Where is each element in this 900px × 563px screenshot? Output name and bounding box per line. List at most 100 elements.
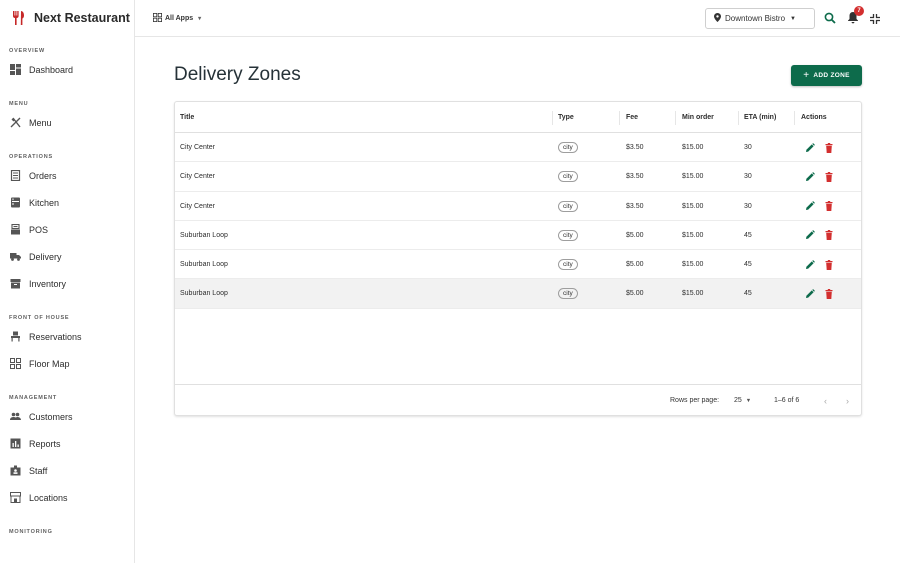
delete-trash-icon[interactable] bbox=[824, 230, 834, 241]
delete-trash-icon[interactable] bbox=[824, 201, 834, 212]
prev-page-icon[interactable]: ‹ bbox=[824, 385, 827, 416]
cell-title: Suburban Loop bbox=[180, 290, 228, 298]
cell-fee: $5.00 bbox=[626, 231, 644, 239]
sidebar-item-inventory[interactable]: Inventory bbox=[0, 270, 134, 297]
location-label: Downtown Bistro bbox=[725, 14, 786, 23]
utensils-icon bbox=[10, 117, 21, 128]
sidebar-item-label: Inventory bbox=[29, 278, 67, 289]
cell-eta: 30 bbox=[744, 144, 752, 151]
cell-min-order: $15.00 bbox=[682, 173, 704, 181]
sidebar-item-floor-map[interactable]: Floor Map bbox=[0, 350, 134, 377]
edit-pencil-icon[interactable] bbox=[805, 259, 815, 270]
section-title-menu: MENU bbox=[9, 101, 29, 107]
cell-title: Suburban Loop bbox=[180, 231, 228, 239]
pos-icon bbox=[10, 224, 21, 235]
table-pagination: Rows per page: 25 ▼ 1–6 of 6 ‹ › bbox=[175, 384, 861, 415]
chair-icon bbox=[10, 331, 21, 342]
brand[interactable]: Next Restaurant bbox=[0, 0, 134, 36]
all-apps-label: All Apps bbox=[165, 14, 194, 22]
chart-icon bbox=[10, 438, 21, 449]
people-icon bbox=[10, 411, 21, 422]
delete-trash-icon[interactable] bbox=[824, 171, 834, 182]
plus-icon: + bbox=[803, 70, 810, 81]
sidebar-item-customers[interactable]: Customers bbox=[0, 403, 134, 430]
cell-actions bbox=[805, 221, 834, 250]
cell-min-order: $15.00 bbox=[682, 231, 704, 239]
column-header-type[interactable]: Type bbox=[558, 102, 574, 133]
sidebar-item-kitchen[interactable]: Kitchen bbox=[0, 189, 134, 216]
section-title-management: MANAGEMENT bbox=[9, 395, 58, 401]
table-row[interactable]: Suburban Loop city $5.00 $15.00 45 bbox=[175, 250, 861, 280]
rows-per-page-value: 25 bbox=[734, 397, 742, 404]
column-header-eta[interactable]: ETA (min) bbox=[744, 102, 776, 133]
dashboard-icon bbox=[10, 64, 21, 75]
caret-down-icon: ▼ bbox=[745, 397, 752, 404]
table-row[interactable]: City Center city $3.50 $15.00 30 bbox=[175, 162, 861, 192]
column-header-actions: Actions bbox=[801, 114, 827, 121]
delete-trash-icon[interactable] bbox=[824, 259, 834, 270]
cell-eta: 45 bbox=[744, 290, 752, 298]
sidebar-item-orders[interactable]: Orders bbox=[0, 162, 134, 189]
sidebar-item-label: Delivery bbox=[29, 251, 62, 262]
delete-trash-icon[interactable] bbox=[824, 288, 834, 299]
page-title: Delivery Zones bbox=[174, 64, 301, 85]
type-chip: city bbox=[558, 288, 578, 300]
edit-pencil-icon[interactable] bbox=[805, 142, 815, 153]
sidebar-item-label: Dashboard bbox=[29, 64, 74, 75]
type-chip: city bbox=[558, 259, 578, 271]
section-title-operations: OPERATIONS bbox=[9, 154, 53, 160]
type-chip: city bbox=[558, 142, 578, 153]
all-apps-button[interactable]: All Apps ▾ bbox=[153, 12, 202, 24]
edit-pencil-icon[interactable] bbox=[805, 201, 815, 211]
chevron-down-icon: ▾ bbox=[198, 15, 202, 22]
column-header-title[interactable]: Title bbox=[180, 102, 194, 133]
cell-title: City Center bbox=[180, 173, 216, 181]
rows-per-page-label: Rows per page: bbox=[670, 397, 720, 404]
sidebar-item-reservations[interactable]: Reservations bbox=[0, 323, 134, 350]
cell-title: City Center bbox=[180, 202, 216, 210]
column-header-fee[interactable]: Fee bbox=[626, 102, 638, 133]
receipt-icon bbox=[10, 170, 21, 181]
sidebar-item-locations[interactable]: Locations bbox=[0, 484, 134, 511]
add-zone-button[interactable]: + ADD ZONE bbox=[791, 65, 862, 86]
table-row[interactable]: City Center city $3.50 $15.00 30 bbox=[175, 192, 861, 221]
rows-per-page-select[interactable]: 25 ▼ bbox=[734, 385, 751, 416]
cell-eta: 30 bbox=[744, 173, 752, 181]
table-row[interactable]: City Center city $3.50 $15.00 30 bbox=[175, 133, 861, 163]
type-chip: city bbox=[558, 229, 578, 241]
table-row[interactable]: Suburban Loop city $5.00 $15.00 45 bbox=[175, 221, 861, 251]
sidebar: Next Restaurant OVERVIEW Dashboard MENU … bbox=[0, 0, 135, 563]
sidebar-item-pos[interactable]: POS bbox=[0, 216, 134, 243]
cell-min-order: $15.00 bbox=[682, 144, 704, 151]
pagination-range: 1–6 of 6 bbox=[774, 397, 800, 404]
column-header-min-order[interactable]: Min order bbox=[682, 102, 714, 133]
cell-fee: $5.00 bbox=[626, 290, 644, 298]
table-row[interactable]: Suburban Loop city $5.00 $15.00 45 bbox=[175, 279, 861, 309]
edit-pencil-icon[interactable] bbox=[805, 289, 815, 299]
next-page-icon[interactable]: › bbox=[846, 385, 849, 416]
edit-pencil-icon[interactable] bbox=[805, 171, 815, 182]
cell-fee: $5.00 bbox=[626, 261, 644, 269]
cell-actions bbox=[805, 133, 834, 162]
store-icon bbox=[10, 492, 21, 503]
cell-actions bbox=[805, 279, 834, 308]
sidebar-item-menu[interactable]: Menu bbox=[0, 109, 134, 136]
sidebar-item-dashboard[interactable]: Dashboard bbox=[0, 56, 134, 83]
sidebar-item-delivery[interactable]: Delivery bbox=[0, 243, 134, 270]
edit-pencil-icon[interactable] bbox=[805, 230, 815, 240]
collapse-arrows-icon[interactable] bbox=[869, 12, 881, 24]
sidebar-item-reports[interactable]: Reports bbox=[0, 430, 134, 457]
cell-type: city bbox=[558, 279, 578, 308]
cell-actions bbox=[805, 250, 834, 279]
sidebar-item-staff[interactable]: Staff bbox=[0, 457, 134, 484]
notification-badge: 7 bbox=[854, 6, 864, 16]
search-icon[interactable] bbox=[824, 11, 836, 24]
location-select[interactable]: Downtown Bistro ▼ bbox=[705, 8, 815, 29]
delete-trash-icon[interactable] bbox=[824, 142, 834, 153]
section-title-overview: OVERVIEW bbox=[9, 48, 45, 54]
cell-type: city bbox=[558, 221, 578, 250]
sidebar-item-label: Reports bbox=[29, 438, 61, 449]
type-chip: city bbox=[558, 200, 578, 212]
sidebar-item-label: Customers bbox=[29, 411, 73, 422]
cell-type: city bbox=[558, 250, 578, 279]
